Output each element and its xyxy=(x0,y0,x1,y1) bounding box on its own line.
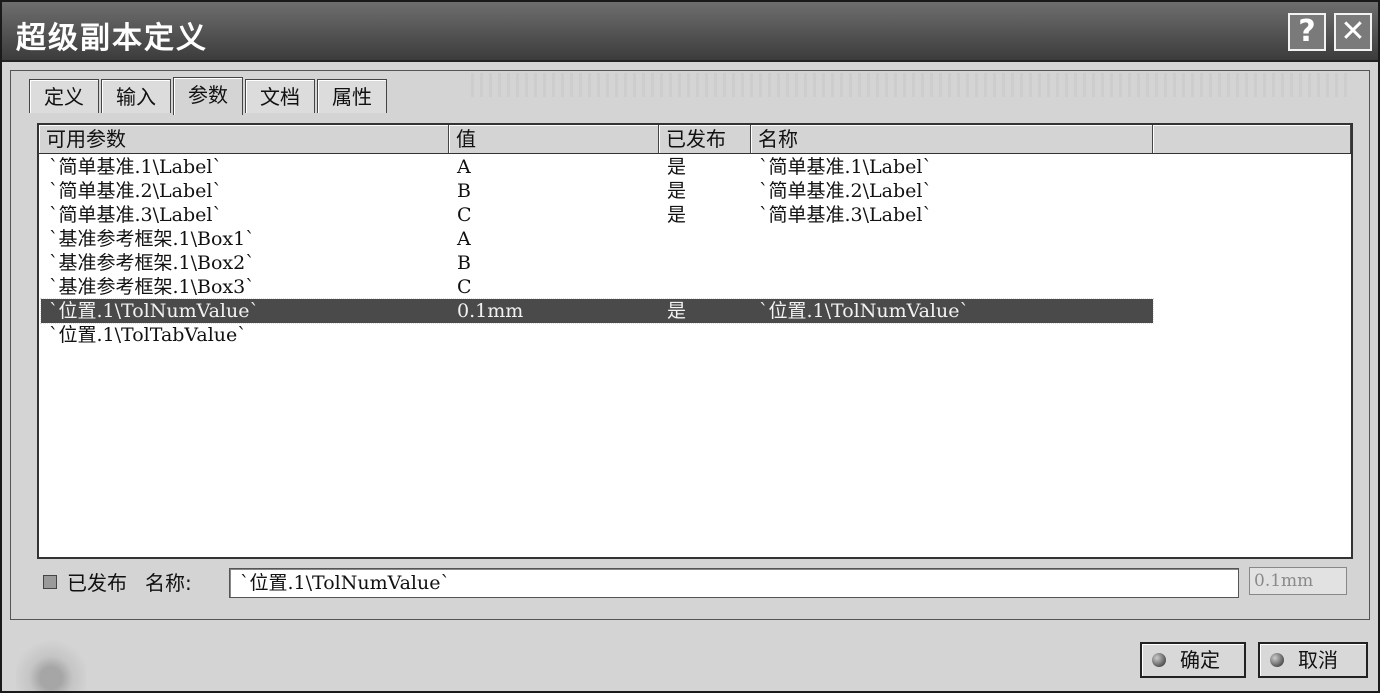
logo-icon xyxy=(16,636,86,691)
ok-ball-icon xyxy=(1152,653,1166,667)
published-cell xyxy=(659,251,751,275)
value-field-disabled: 0.1mm xyxy=(1249,567,1347,595)
column-header-value[interactable]: 值 xyxy=(449,125,659,153)
cancel-ball-icon xyxy=(1270,653,1284,667)
table-row[interactable]: `简单基准.3\Label` C 是 `简单基准.3\Label` xyxy=(41,203,1153,227)
table-row[interactable]: `基准参考框架.1\Box1` A xyxy=(41,227,1153,251)
name-cell: `简单基准.3\Label` xyxy=(759,204,932,226)
tab-strip: 定义 输入 参数 文档 属性 xyxy=(29,77,389,115)
name-cell: `简单基准.2\Label` xyxy=(759,180,932,202)
value-cell xyxy=(449,323,659,347)
cancel-button[interactable]: 取消 xyxy=(1258,642,1368,678)
title-bar: 超级副本定义 ? ✕ xyxy=(2,2,1378,62)
published-cell xyxy=(659,227,751,251)
value-cell: C xyxy=(457,204,472,226)
name-cell: `简单基准.1\Label` xyxy=(759,156,932,178)
table-header: 可用参数 值 已发布 名称 xyxy=(39,125,1351,154)
value-cell: B xyxy=(457,180,471,202)
published-cell xyxy=(659,323,751,347)
ok-button-label: 确定 xyxy=(1180,648,1220,672)
published-cell: 是 xyxy=(667,156,687,178)
tab-parameters[interactable]: 参数 xyxy=(173,77,243,115)
table-row-selected[interactable]: `位置.1\TolNumValue` 0.1mm 是 `位置.1\TolNumV… xyxy=(40,298,1154,324)
value-cell: A xyxy=(457,228,471,250)
parameter-cell: `简单基准.1\Label` xyxy=(49,156,222,178)
column-header-available-parameters[interactable]: 可用参数 xyxy=(39,125,449,153)
tab-panel: 定义 输入 参数 文档 属性 可用参数 值 已发布 名称 `简单基准.1\Lab… xyxy=(10,70,1370,620)
name-input[interactable]: `位置.1\TolNumValue` xyxy=(229,568,1239,598)
parameter-cell: `基准参考框架.1\Box1` xyxy=(49,228,255,250)
ok-button[interactable]: 确定 xyxy=(1140,642,1246,678)
name-label: 名称: xyxy=(145,571,192,595)
tab-properties[interactable]: 属性 xyxy=(317,79,387,113)
help-button[interactable]: ? xyxy=(1288,13,1326,51)
table-row[interactable]: `简单基准.2\Label` B 是 `简单基准.2\Label` xyxy=(41,179,1153,203)
table-row[interactable]: `简单基准.1\Label` A 是 `简单基准.1\Label` xyxy=(41,155,1153,179)
column-header-extra[interactable] xyxy=(1153,125,1351,153)
tab-definition[interactable]: 定义 xyxy=(29,79,99,113)
table-row[interactable]: `基准参考框架.1\Box3` C xyxy=(41,275,1153,299)
name-cell xyxy=(751,275,1153,299)
name-cell xyxy=(751,227,1153,251)
published-cell: 是 xyxy=(667,300,687,322)
parameter-cell: `简单基准.2\Label` xyxy=(49,180,222,202)
published-label: 已发布 xyxy=(67,571,127,595)
background-texture xyxy=(471,73,1351,97)
published-cell: 是 xyxy=(667,180,687,202)
parameter-cell: `基准参考框架.1\Box2` xyxy=(49,252,255,274)
table-row[interactable]: `位置.1\TolTabValue` xyxy=(41,323,1153,347)
published-checkbox[interactable] xyxy=(43,575,57,589)
parameter-cell: `基准参考框架.1\Box3` xyxy=(49,276,255,298)
published-cell: 是 xyxy=(667,204,687,226)
name-cell xyxy=(751,251,1153,275)
value-cell: 0.1mm xyxy=(457,300,524,322)
published-cell xyxy=(659,275,751,299)
column-header-published[interactable]: 已发布 xyxy=(659,125,751,153)
value-cell: A xyxy=(457,156,471,178)
close-button[interactable]: ✕ xyxy=(1334,13,1372,51)
cancel-button-label: 取消 xyxy=(1298,648,1338,672)
value-cell: B xyxy=(457,252,471,274)
parameter-cell: `位置.1\TolTabValue` xyxy=(49,324,247,346)
name-cell xyxy=(751,323,1153,347)
parameters-table: 可用参数 值 已发布 名称 `简单基准.1\Label` A 是 `简单基准.1… xyxy=(37,123,1353,559)
super-copy-definition-dialog: 超级副本定义 ? ✕ 定义 输入 参数 文档 属性 可用参数 值 已发布 名称 … xyxy=(0,0,1380,693)
dialog-title: 超级副本定义 xyxy=(16,21,208,56)
value-cell: C xyxy=(457,276,472,298)
parameter-cell: `位置.1\TolNumValue` xyxy=(49,300,259,322)
column-header-name[interactable]: 名称 xyxy=(751,125,1153,153)
table-row[interactable]: `基准参考框架.1\Box2` B xyxy=(41,251,1153,275)
tab-inputs[interactable]: 输入 xyxy=(101,79,171,113)
parameter-edit-bar: 已发布 名称: `位置.1\TolNumValue` 0.1mm xyxy=(37,567,1347,599)
name-cell: `位置.1\TolNumValue` xyxy=(759,300,969,322)
tab-documents[interactable]: 文档 xyxy=(245,79,315,113)
parameter-cell: `简单基准.3\Label` xyxy=(49,204,222,226)
